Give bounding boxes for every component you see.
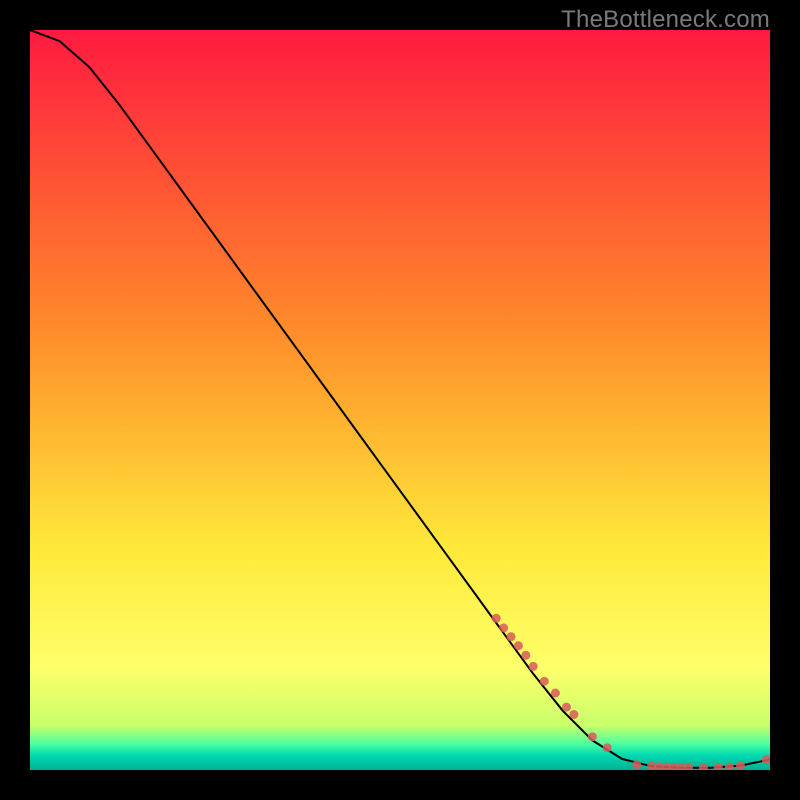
chart-svg	[30, 30, 770, 770]
data-point	[514, 641, 523, 650]
plot-area	[30, 30, 770, 770]
data-point	[736, 761, 745, 770]
data-point	[540, 677, 549, 686]
data-point	[551, 689, 560, 698]
data-point	[507, 632, 516, 641]
data-point	[588, 732, 597, 741]
data-point	[569, 710, 578, 719]
data-point	[632, 760, 641, 769]
data-point	[562, 703, 571, 712]
data-point	[492, 614, 501, 623]
data-point	[603, 743, 612, 752]
gradient-background	[30, 30, 770, 770]
data-point	[521, 651, 530, 660]
data-point	[529, 662, 538, 671]
chart-frame: TheBottleneck.com	[0, 0, 800, 800]
data-point	[499, 623, 508, 632]
